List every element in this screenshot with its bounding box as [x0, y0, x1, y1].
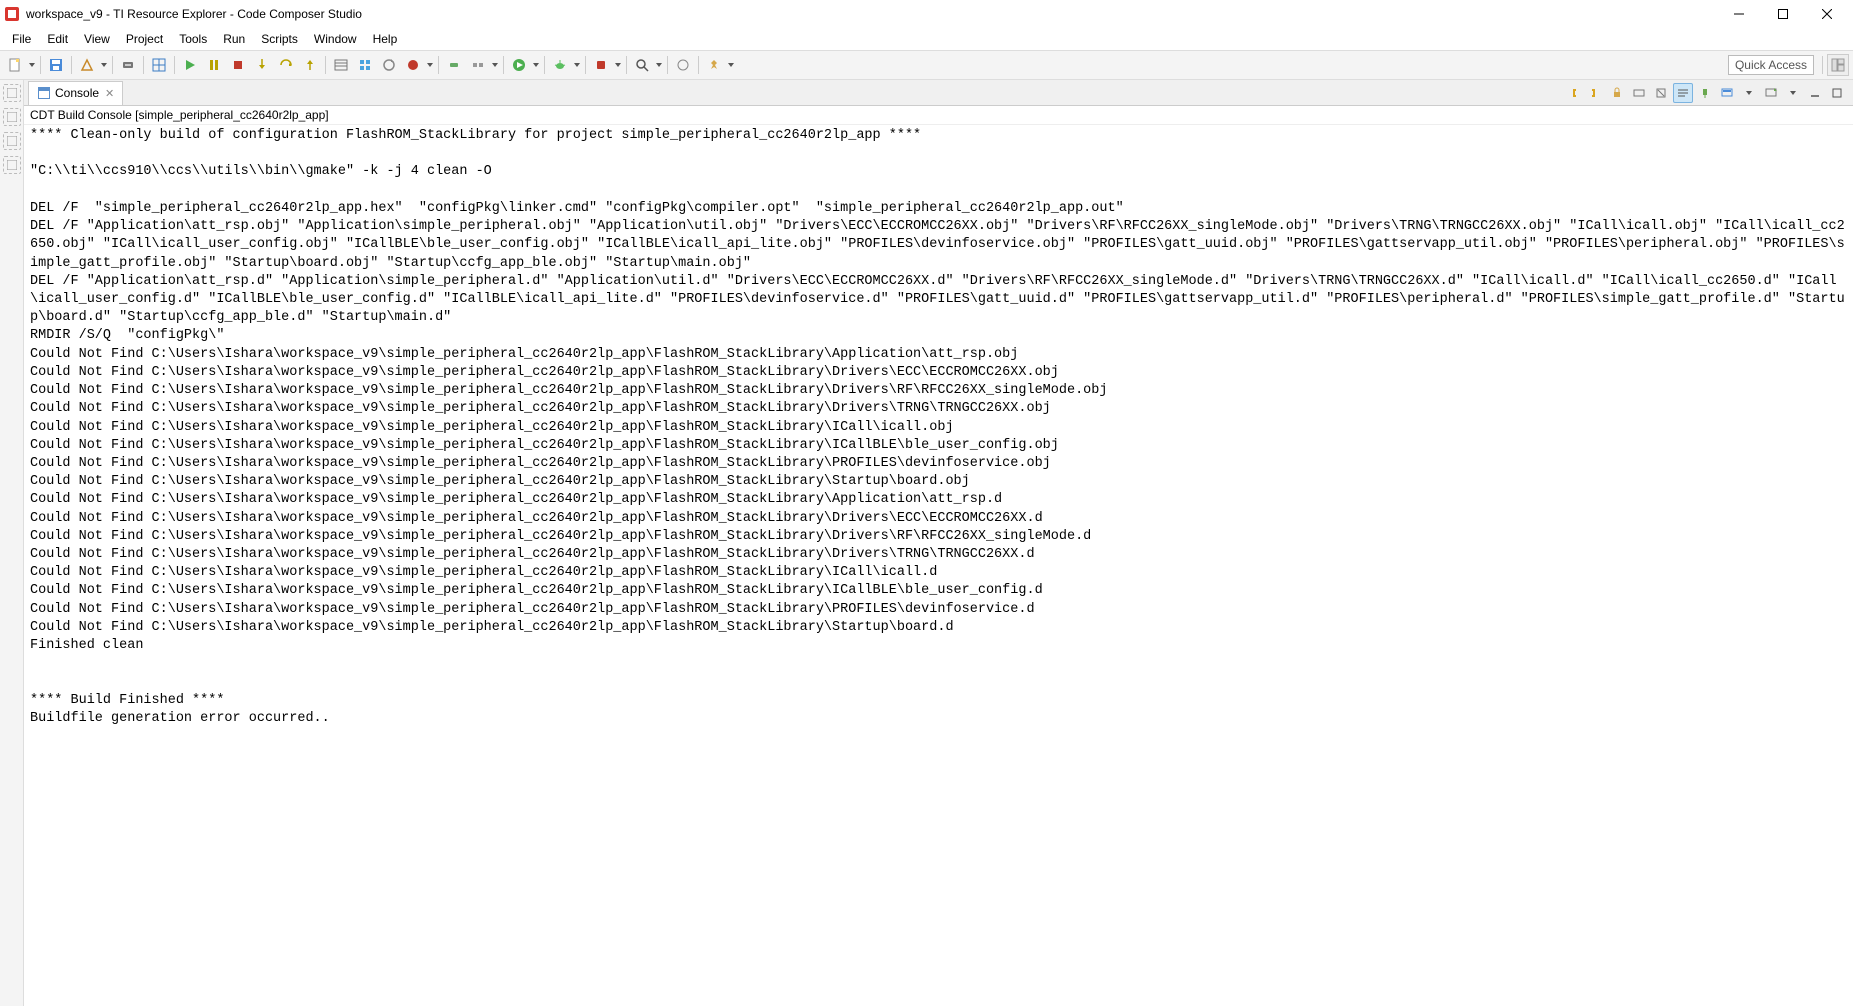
- connect-button[interactable]: [443, 54, 465, 76]
- console-header: CDT Build Console [simple_peripheral_cc2…: [24, 106, 1853, 125]
- open-task-button[interactable]: [672, 54, 694, 76]
- resume-button[interactable]: [179, 54, 201, 76]
- console-icon: [37, 86, 51, 100]
- registers-button[interactable]: [330, 54, 352, 76]
- console-output[interactable]: **** Clean-only build of configuration F…: [24, 125, 1853, 1006]
- menu-scripts[interactable]: Scripts: [253, 30, 306, 48]
- pause-button[interactable]: [203, 54, 225, 76]
- ext-tools-dropdown[interactable]: [614, 54, 622, 76]
- open-perspective-button[interactable]: [1827, 54, 1849, 76]
- restore-view-3-icon[interactable]: [3, 132, 21, 150]
- pin-dropdown[interactable]: [727, 54, 735, 76]
- reset-button[interactable]: [378, 54, 400, 76]
- main-toolbar: Quick Access: [0, 50, 1853, 80]
- open-console-dropdown[interactable]: [1783, 83, 1803, 103]
- debug-button[interactable]: [549, 54, 571, 76]
- save-button[interactable]: [45, 54, 67, 76]
- window-title: workspace_v9 - TI Resource Explorer - Co…: [26, 7, 362, 21]
- search-button[interactable]: [631, 54, 653, 76]
- build-dropdown[interactable]: [100, 54, 108, 76]
- menu-help[interactable]: Help: [365, 30, 406, 48]
- expressions-button[interactable]: [354, 54, 376, 76]
- menu-edit[interactable]: Edit: [39, 30, 76, 48]
- disconnect-button[interactable]: [467, 54, 489, 76]
- step-over-button[interactable]: [275, 54, 297, 76]
- new-button[interactable]: [4, 54, 26, 76]
- step-return-button[interactable]: [299, 54, 321, 76]
- terminate-button[interactable]: [402, 54, 424, 76]
- lock-scroll-button[interactable]: [1607, 83, 1627, 103]
- step-into-button[interactable]: [251, 54, 273, 76]
- run-dropdown[interactable]: [532, 54, 540, 76]
- close-button[interactable]: [1805, 0, 1849, 28]
- menu-file[interactable]: File: [4, 30, 39, 48]
- menu-tools[interactable]: Tools: [171, 30, 215, 48]
- left-view-gutter: [0, 80, 24, 1006]
- menubar: File Edit View Project Tools Run Scripts…: [0, 28, 1853, 50]
- flash-button[interactable]: [117, 54, 139, 76]
- restore-view-4-icon[interactable]: [3, 156, 21, 174]
- search-dropdown[interactable]: [655, 54, 663, 76]
- maximize-button[interactable]: [1761, 0, 1805, 28]
- stop-button[interactable]: [227, 54, 249, 76]
- tab-console[interactable]: Console ✕: [28, 81, 123, 105]
- maximize-view-button[interactable]: [1827, 83, 1847, 103]
- target-dropdown[interactable]: [491, 54, 499, 76]
- ext-tools-button[interactable]: [590, 54, 612, 76]
- run-button[interactable]: [508, 54, 530, 76]
- terminate-dropdown[interactable]: [426, 54, 434, 76]
- console-tabstrip: Console ✕: [24, 80, 1853, 106]
- display-console-dropdown[interactable]: [1739, 83, 1759, 103]
- restore-view-1-icon[interactable]: [3, 84, 21, 102]
- minimize-view-button[interactable]: [1805, 83, 1825, 103]
- debug-dropdown[interactable]: [573, 54, 581, 76]
- menu-view[interactable]: View: [76, 30, 118, 48]
- tab-console-label: Console: [55, 86, 99, 100]
- next-console-button[interactable]: [1585, 83, 1605, 103]
- grid-button[interactable]: [148, 54, 170, 76]
- display-console-button[interactable]: [1717, 83, 1737, 103]
- minimize-button[interactable]: [1717, 0, 1761, 28]
- restore-view-2-icon[interactable]: [3, 108, 21, 126]
- tab-close-icon[interactable]: ✕: [105, 87, 114, 100]
- word-wrap-button[interactable]: [1673, 83, 1693, 103]
- quick-access-input[interactable]: Quick Access: [1728, 55, 1814, 75]
- menu-run[interactable]: Run: [215, 30, 253, 48]
- app-icon: [4, 6, 20, 22]
- build-button[interactable]: [76, 54, 98, 76]
- menu-project[interactable]: Project: [118, 30, 171, 48]
- console-toolbar: [1563, 83, 1853, 103]
- clear-console-button[interactable]: [1651, 83, 1671, 103]
- titlebar: workspace_v9 - TI Resource Explorer - Co…: [0, 0, 1853, 28]
- pin-console-button[interactable]: [1695, 83, 1715, 103]
- open-console-button[interactable]: [1761, 83, 1781, 103]
- pin-button[interactable]: [703, 54, 725, 76]
- new-dropdown[interactable]: [28, 54, 36, 76]
- prev-console-button[interactable]: [1563, 83, 1583, 103]
- show-on-change-button[interactable]: [1629, 83, 1649, 103]
- menu-window[interactable]: Window: [306, 30, 365, 48]
